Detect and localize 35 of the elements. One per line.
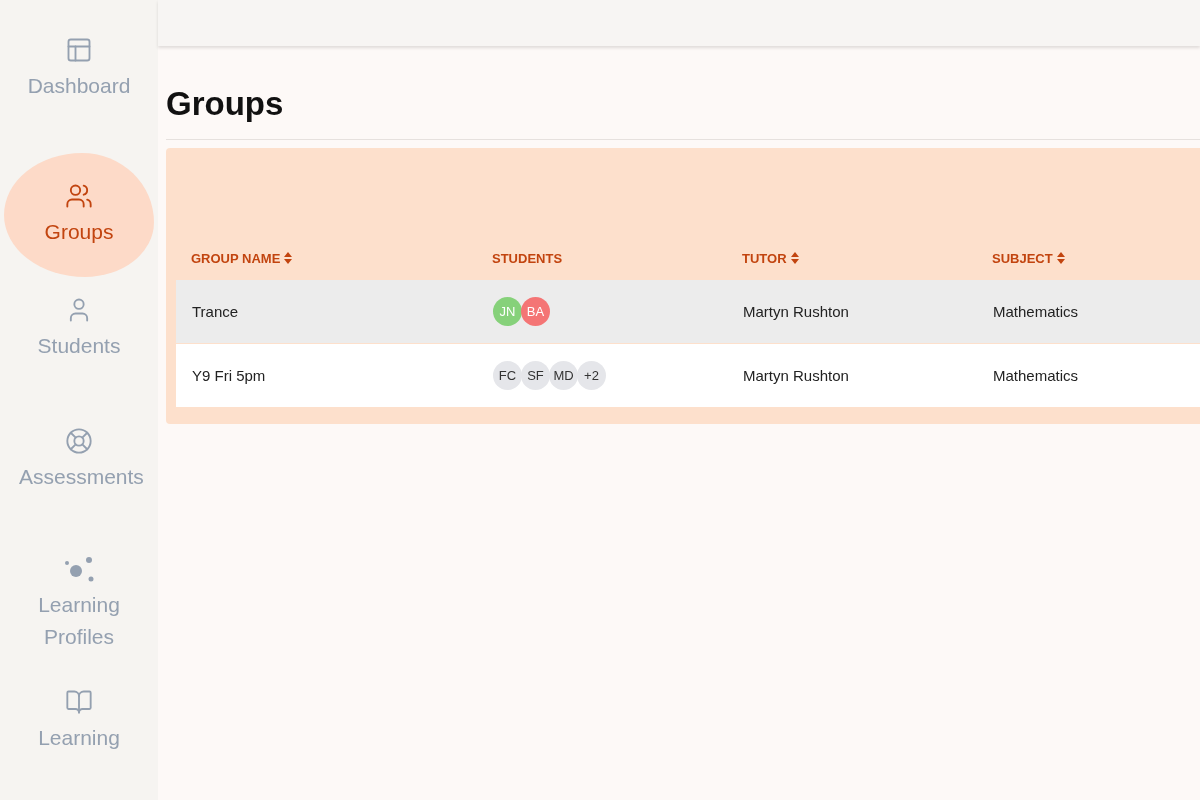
column-header[interactable]: TUTOR bbox=[742, 250, 799, 266]
nav-label: Groups bbox=[43, 218, 115, 245]
page-title: Groups bbox=[166, 84, 285, 124]
nav-label: Dashboard bbox=[26, 73, 132, 99]
table-row[interactable]: Y9 Fri 5pm FC SF MD +2 Martyn Rushton Mathematics bbox=[176, 344, 1200, 407]
column-header[interactable]: SUBJECT bbox=[992, 250, 1065, 266]
nav-item[interactable]: Learning Profiles bbox=[4, 543, 154, 670]
nav-label: Students bbox=[36, 332, 122, 359]
student-avatar: SF bbox=[521, 361, 550, 390]
student-avatar: MD bbox=[549, 361, 578, 390]
subject-name: Mathematics bbox=[993, 303, 1079, 320]
column-header[interactable]: GROUP NAME bbox=[191, 250, 293, 266]
nav-item[interactable]: Learning bbox=[4, 674, 154, 800]
sort-icon[interactable] bbox=[790, 252, 799, 264]
student-avatar: +2 bbox=[577, 361, 606, 390]
tutor-name: Martyn Rushton bbox=[743, 367, 849, 384]
tutor-name: Martyn Rushton bbox=[743, 303, 849, 320]
nav-label: Learning Profiles bbox=[37, 592, 121, 651]
student-avatar: BA bbox=[521, 297, 550, 326]
student-avatar: JN bbox=[493, 297, 522, 326]
lifebuoy-icon bbox=[65, 426, 93, 455]
student-avatar: FC bbox=[493, 361, 522, 390]
nav-label: Learning bbox=[37, 725, 121, 752]
subject-name: Mathematics bbox=[993, 367, 1079, 384]
nav-item[interactable]: Groups bbox=[4, 152, 154, 277]
group-name: Trance bbox=[192, 303, 239, 320]
layout-icon bbox=[65, 36, 93, 64]
column-header: STUDENTS bbox=[492, 250, 563, 266]
group-name: Y9 Fri 5pm bbox=[192, 367, 266, 384]
nav-item[interactable]: Dashboard bbox=[4, 22, 154, 148]
dots-icon bbox=[64, 557, 94, 584]
sort-icon[interactable] bbox=[284, 252, 293, 264]
sort-icon[interactable] bbox=[1056, 252, 1065, 264]
nav-item[interactable]: Students bbox=[4, 281, 154, 408]
nav-item[interactable]: Assessments bbox=[4, 412, 154, 539]
